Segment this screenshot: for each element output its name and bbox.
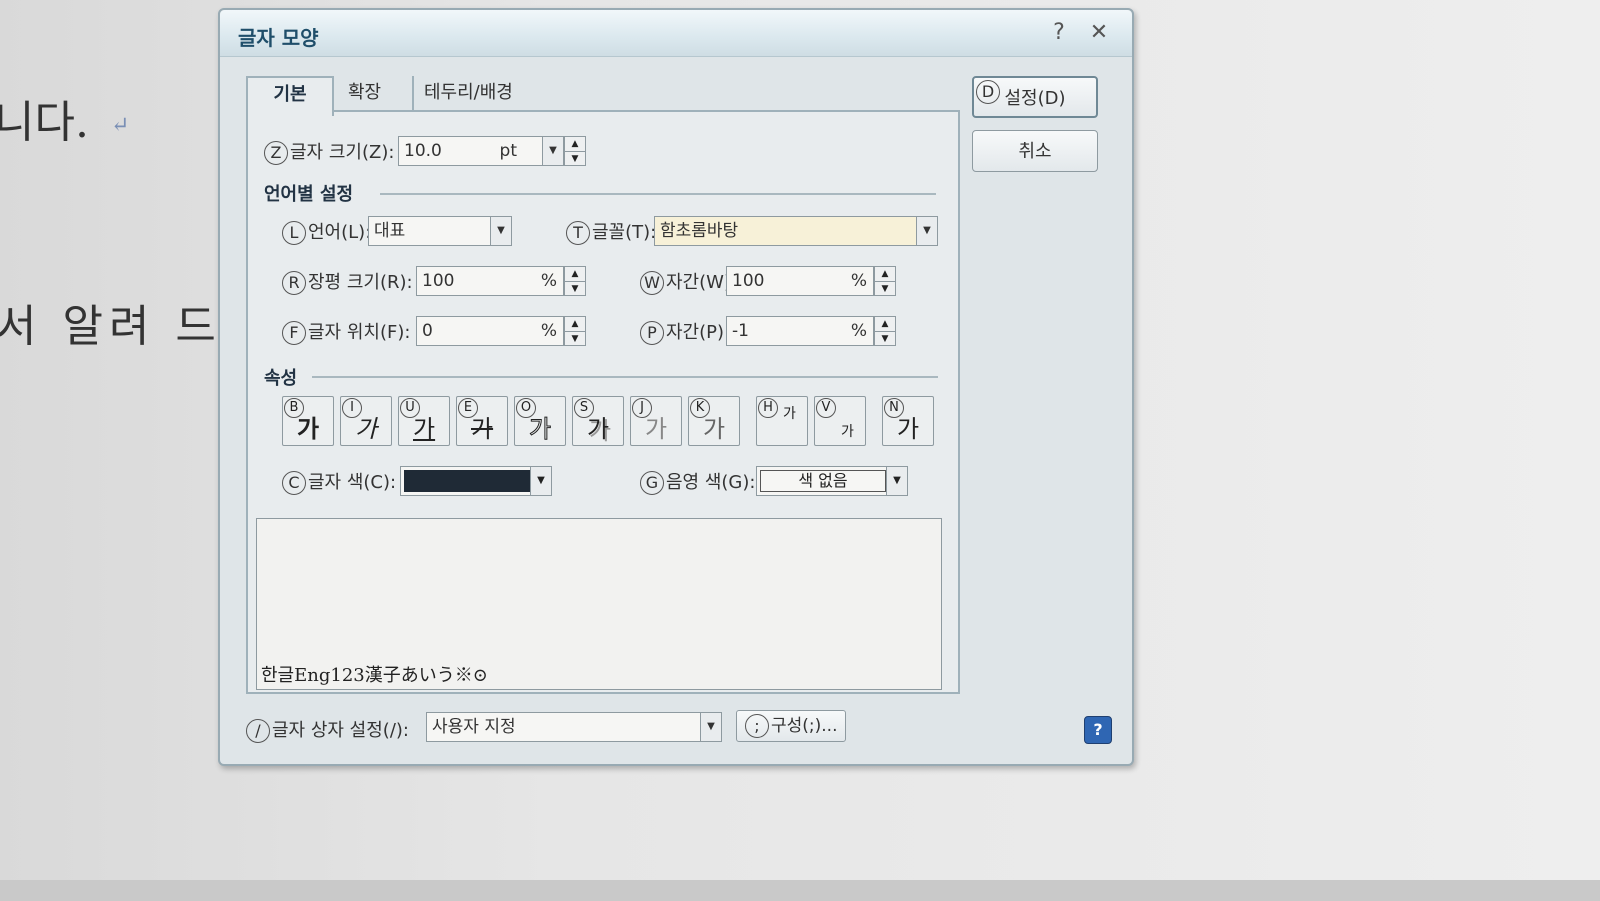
attr-section-divider xyxy=(312,376,938,378)
text-color-label: C 글자 색(C): xyxy=(282,468,396,495)
document-text-line1: 니다. ↵ xyxy=(0,97,130,148)
paragraph-mark: ↵ xyxy=(110,113,130,138)
ratio-input[interactable]: 100% xyxy=(416,266,564,296)
dialog-titlebar: 글자 모양 ? ✕ xyxy=(220,10,1132,57)
lang-section-divider xyxy=(380,193,936,195)
shade-color-picker[interactable]: 색 없음 ▼ xyxy=(756,466,908,496)
font-size-input[interactable]: 10.0 pt ▼ xyxy=(398,136,564,166)
shade-color-value: 색 없음 xyxy=(760,470,886,492)
font-label: T 글꼴(T): xyxy=(566,218,656,245)
strikethrough-button[interactable]: E가 xyxy=(456,396,508,446)
pspacing-input[interactable]: -1% xyxy=(726,316,874,346)
underline-button[interactable]: U가 xyxy=(398,396,450,446)
spacing-label: W 자간(W): xyxy=(640,268,737,295)
spin-up-icon[interactable]: ▲ xyxy=(565,137,585,152)
ratio-stepper[interactable]: ▲ ▼ xyxy=(564,266,586,296)
spin-down-icon[interactable]: ▼ xyxy=(565,152,585,166)
chevron-down-icon[interactable]: ▼ xyxy=(542,137,563,165)
subscript-button[interactable]: V가 xyxy=(814,396,866,446)
chevron-down-icon[interactable]: ▼ xyxy=(886,467,907,495)
chevron-down-icon[interactable]: ▼ xyxy=(530,467,551,495)
cancel-button[interactable]: 취소 xyxy=(972,130,1098,172)
chevron-down-icon[interactable]: ▼ xyxy=(700,713,721,741)
position-label: F 글자 위치(F): xyxy=(282,318,410,345)
attr-section-title: 속성 xyxy=(264,368,298,389)
ok-button[interactable]: D 설정(D) xyxy=(972,76,1098,118)
close-button[interactable]: ✕ xyxy=(1084,18,1114,48)
char-shape-dialog: 글자 모양 ? ✕ 기본 확장 테두리/배경 Z 글자 크기(Z): 10.0 pt… xyxy=(218,8,1134,766)
normal-button[interactable]: N가 xyxy=(882,396,934,446)
box-setting-label: / 글자 상자 설정(/): xyxy=(246,716,409,743)
document-text-line2: 서 알려 드 xyxy=(0,301,222,352)
ratio-label: R 장평 크기(R): xyxy=(282,268,413,295)
text-color-picker[interactable]: ▼ xyxy=(400,466,552,496)
preview-box: 한글Eng123漢子あいう※⊙ xyxy=(256,518,942,690)
help-button[interactable]: ? xyxy=(1044,18,1074,48)
spacing-input[interactable]: 100% xyxy=(726,266,874,296)
shadow-button[interactable]: S가 xyxy=(572,396,624,446)
color-swatch xyxy=(404,470,532,492)
font-select[interactable]: 함초롬바탕 ▼ xyxy=(654,216,938,246)
spacing-stepper[interactable]: ▲ ▼ xyxy=(874,266,896,296)
engrave-button[interactable]: K가 xyxy=(688,396,740,446)
emboss-button[interactable]: J가 xyxy=(630,396,682,446)
bold-button[interactable]: B가 xyxy=(282,396,334,446)
position-input[interactable]: 0% xyxy=(416,316,564,346)
preview-text: 한글Eng123漢子あいう※⊙ xyxy=(261,665,488,686)
italic-button[interactable]: I가 xyxy=(340,396,392,446)
desk-shadow xyxy=(0,880,1600,901)
language-select[interactable]: 대표 ▼ xyxy=(368,216,512,246)
tab-extended[interactable]: 확장 xyxy=(348,76,381,110)
box-setting-select[interactable]: 사용자 지정 ▼ xyxy=(426,712,722,742)
shade-color-label: G 음영 색(G): xyxy=(640,468,755,495)
outline-button[interactable]: O가 xyxy=(514,396,566,446)
pspacing-stepper[interactable]: ▲ ▼ xyxy=(874,316,896,346)
superscript-button[interactable]: H가 xyxy=(756,396,808,446)
mnemonic-circle: Z xyxy=(264,141,288,165)
chevron-down-icon[interactable]: ▼ xyxy=(916,217,937,245)
lang-section-title: 언어별 설정 xyxy=(264,184,354,205)
configure-button[interactable]: ; 구성(;)... xyxy=(736,710,847,742)
chevron-down-icon[interactable]: ▼ xyxy=(490,217,511,245)
help-icon[interactable]: ? xyxy=(1084,716,1112,744)
pspacing-label: P 자간(P): xyxy=(640,318,730,345)
position-stepper[interactable]: ▲ ▼ xyxy=(564,316,586,346)
tab-basic[interactable]: 기본 xyxy=(246,76,334,116)
language-label: L 언어(L): xyxy=(282,218,371,245)
font-size-stepper[interactable]: ▲ ▼ xyxy=(564,136,586,166)
size-label: Z 글자 크기(Z): xyxy=(264,138,394,165)
tab-border-background[interactable]: 테두리/배경 xyxy=(412,76,513,110)
dialog-title: 글자 모양 xyxy=(238,26,319,50)
